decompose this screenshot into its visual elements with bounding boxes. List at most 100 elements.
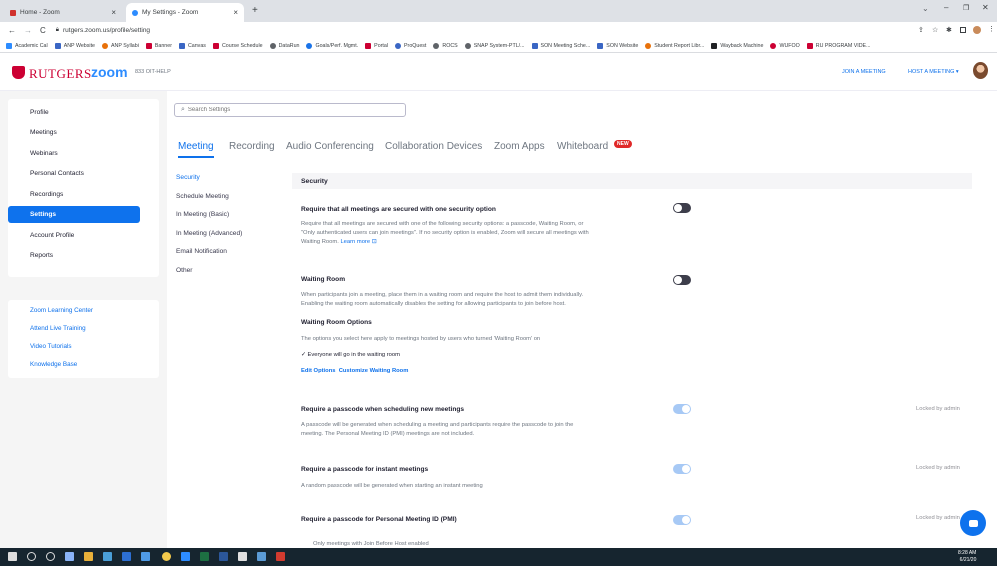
tab-search-icon[interactable]: ⌄ (922, 4, 929, 13)
excel-icon[interactable] (200, 552, 209, 561)
bookmark-item[interactable]: RU PROGRAM VIDE... (806, 42, 871, 49)
knowledge-base-link[interactable]: Knowledge Base (30, 361, 77, 368)
file-explorer-icon[interactable] (84, 552, 93, 561)
cortana-icon[interactable] (46, 552, 55, 561)
sidepanel-icon[interactable] (960, 27, 966, 33)
bookmark-item[interactable]: Wayback Machine (711, 42, 763, 49)
tab-audio-conferencing[interactable]: Audio Conferencing (286, 141, 374, 152)
system-clock[interactable]: 8:28 AM 6/21/20 (958, 550, 976, 564)
bookmark-item[interactable]: ANP Syllabi (102, 42, 139, 49)
menu-kebab-icon[interactable]: ⋮ (988, 25, 995, 33)
maximize-icon[interactable]: ❐ (963, 4, 969, 12)
chat-support-button[interactable] (960, 510, 986, 536)
customize-waiting-room-link[interactable]: Customize Waiting Room (339, 368, 409, 374)
subnav-schedule-meeting[interactable]: Schedule Meeting (176, 193, 229, 200)
zoom-app-icon[interactable] (181, 552, 190, 561)
bookmark-item[interactable]: ProQuest (395, 42, 426, 49)
browser-tab-settings[interactable]: My Settings - Zoom × (126, 3, 244, 22)
close-window-icon[interactable]: ✕ (982, 3, 989, 12)
passcode-scheduling-toggle[interactable] (673, 404, 691, 414)
subnav-in-meeting-advanced[interactable]: In Meeting (Advanced) (176, 230, 242, 237)
word-icon[interactable] (219, 552, 228, 561)
bookmarks-bar: Academic Cal ANP Website ANP Syllabi Ban… (0, 39, 997, 53)
bookmark-item[interactable]: Academic Cal (6, 42, 48, 49)
waiting-room-toggle[interactable] (673, 275, 691, 285)
bookmark-item[interactable]: Banner (145, 42, 172, 49)
sidebar-item-profile[interactable]: Profile (8, 104, 140, 121)
mail-icon[interactable] (103, 552, 112, 561)
close-tab-icon[interactable]: × (111, 8, 116, 17)
secure-meetings-toggle[interactable] (673, 203, 691, 213)
rutgers-shield-icon (12, 66, 25, 79)
bookmark-item[interactable]: SNAP System-PTL/... (464, 42, 525, 49)
bookmark-item[interactable]: ANP Website (54, 42, 95, 49)
subnav-other[interactable]: Other (176, 267, 193, 274)
sidebar-item-recordings[interactable]: Recordings (8, 186, 140, 203)
search-input[interactable] (187, 107, 388, 113)
passcode-pmi-toggle[interactable] (673, 515, 691, 525)
bookmark-item[interactable]: Canvas (178, 42, 206, 49)
setting-description: A random passcode will be generated when… (301, 483, 483, 489)
tab-whiteboard[interactable]: Whiteboard (557, 141, 608, 152)
subnav-in-meeting-basic[interactable]: In Meeting (Basic) (176, 211, 229, 218)
sidebar-item-account-profile[interactable]: Account Profile (8, 227, 140, 244)
subnav-security[interactable]: Security (176, 174, 200, 181)
store-icon[interactable] (122, 552, 131, 561)
attend-live-training-link[interactable]: Attend Live Training (30, 325, 86, 332)
bookmark-item[interactable]: WUFOO (770, 42, 800, 49)
forward-icon[interactable]: → (24, 26, 32, 35)
reload-icon[interactable]: C (40, 26, 46, 35)
bookmark-item[interactable]: Course Schedule (212, 42, 263, 49)
zoom-logo[interactable]: zoom (91, 64, 128, 80)
edge-icon[interactable] (141, 552, 150, 561)
sidebar-item-personal-contacts[interactable]: Personal Contacts (8, 165, 140, 182)
video-tutorials-link[interactable]: Video Tutorials (30, 343, 72, 350)
url-field[interactable]: rutgers.zoom.us/profile/setting (63, 27, 150, 34)
new-tab-icon[interactable]: + (252, 5, 258, 16)
host-meeting-link[interactable]: HOST A MEETING ▾ (908, 69, 959, 75)
windows-start-icon[interactable] (8, 552, 17, 561)
sidebar-item-settings[interactable]: Settings (8, 206, 140, 223)
extensions-icon[interactable]: ✱ (946, 26, 952, 34)
locked-by-admin-label: Locked by admin (916, 406, 960, 412)
sidebar-item-webinars[interactable]: Webinars (8, 145, 140, 162)
setting-description: Waiting Room. Learn more ⊡ (301, 239, 377, 245)
tab-zoom-apps[interactable]: Zoom Apps (494, 141, 545, 152)
passcode-instant-toggle[interactable] (673, 464, 691, 474)
bookmark-item[interactable]: SON Meeting Sche... (531, 42, 590, 49)
task-view-icon[interactable] (65, 552, 74, 561)
tab-meeting[interactable]: Meeting (178, 141, 214, 158)
bookmark-star-icon[interactable]: ☆ (932, 26, 938, 34)
close-tab-icon[interactable]: × (233, 8, 238, 17)
taskbar-search-icon[interactable] (27, 552, 36, 561)
tab-collaboration-devices[interactable]: Collaboration Devices (385, 141, 482, 152)
back-icon[interactable]: ← (8, 26, 16, 35)
learn-more-link[interactable]: Learn more (340, 239, 370, 245)
address-bar: ← → C 🔒︎ rutgers.zoom.us/profile/setting… (0, 22, 997, 39)
user-avatar[interactable] (973, 62, 988, 79)
profile-avatar-icon[interactable] (973, 26, 981, 34)
rutgers-logo[interactable]: RUTGERS (29, 66, 92, 82)
join-meeting-link[interactable]: JOIN A MEETING (842, 69, 886, 75)
bookmark-item[interactable]: DataRun (269, 42, 299, 49)
subnav-email-notification[interactable]: Email Notification (176, 248, 227, 255)
bookmark-item[interactable]: SON Website (597, 42, 638, 49)
chat-icon (968, 519, 978, 527)
chrome-icon[interactable] (162, 552, 171, 561)
bookmark-item[interactable]: Portal (365, 42, 388, 49)
zoom-learning-center-link[interactable]: Zoom Learning Center (30, 307, 93, 314)
acrobat-icon[interactable] (276, 552, 285, 561)
bookmark-item[interactable]: ROCS (433, 42, 458, 49)
outlook-icon[interactable] (257, 552, 266, 561)
search-settings-box[interactable]: ⌕ (174, 103, 406, 117)
edit-options-link[interactable]: Edit Options (301, 368, 335, 374)
bookmark-item[interactable]: Goals/Perf. Mgmt. (306, 42, 358, 49)
minimize-icon[interactable]: – (944, 3, 948, 12)
browser-tab-home[interactable]: Home - Zoom × (4, 3, 122, 22)
tab-recording[interactable]: Recording (229, 141, 275, 152)
bookmark-item[interactable]: Student Report Libr... (645, 42, 704, 49)
share-icon[interactable]: ⇪ (918, 26, 924, 34)
sidebar-item-meetings[interactable]: Meetings (8, 124, 140, 141)
sidebar-item-reports[interactable]: Reports (8, 247, 140, 264)
notepad-icon[interactable] (238, 552, 247, 561)
